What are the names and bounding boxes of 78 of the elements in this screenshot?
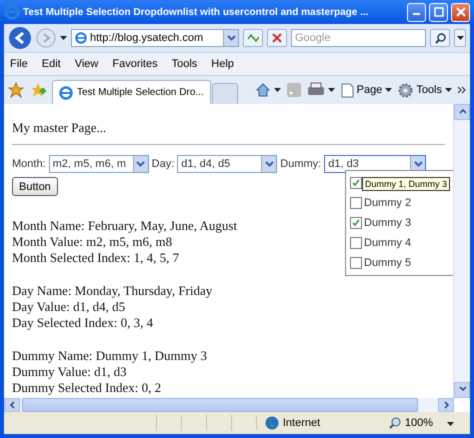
chevron-down-icon: [226, 35, 236, 41]
globe-icon: [264, 416, 279, 430]
field-label: Day:: [152, 158, 174, 170]
menu-item[interactable]: View: [74, 58, 98, 70]
close-icon: [456, 7, 466, 17]
zoom-icon[interactable]: [388, 417, 401, 429]
checkbox[interactable]: [350, 197, 362, 209]
field-label: Month:: [12, 158, 46, 170]
caret-icon[interactable]: [447, 422, 454, 426]
toolbar-button[interactable]: Tools: [416, 84, 442, 96]
stop-icon: [272, 33, 282, 43]
caret-icon[interactable]: [60, 36, 67, 40]
maximize-button[interactable]: [429, 2, 448, 22]
dropdown-arrow-button[interactable]: [132, 156, 148, 172]
result-text: Month Selected Index: 1, 4, 5, 7: [12, 250, 180, 266]
chevron-icon[interactable]: [458, 86, 466, 94]
menu-item[interactable]: Tools: [172, 58, 198, 70]
window-title: Test Multiple Selection Dropdownlist with usercontrol and masterpage ...: [23, 6, 370, 18]
vertical-scrollbar[interactable]: [453, 104, 470, 398]
checkbox[interactable]: [350, 217, 362, 229]
page-heading: My master Page...: [12, 120, 108, 136]
search-icon: [434, 32, 446, 44]
menu-item[interactable]: Edit: [42, 58, 61, 70]
maximize-icon: [434, 7, 444, 17]
chevron-down-icon: [264, 161, 274, 167]
stop-button[interactable]: [267, 29, 287, 47]
url-text: http://blog.ysatech.com: [90, 32, 204, 44]
option-label[interactable]: Dummy 3: [364, 217, 412, 229]
page-icon: [75, 32, 87, 44]
result-text: Dummy Value: d1, d3: [12, 364, 127, 380]
dropdown-arrow-button[interactable]: [223, 30, 238, 46]
result-text: Day Selected Index: 0, 3, 4: [12, 315, 154, 331]
menu-item[interactable]: File: [10, 58, 28, 70]
house-icon[interactable]: [254, 82, 271, 98]
result-text: Day Name: Monday, Thursday, Friday: [12, 283, 212, 299]
toolbar-button[interactable]: Page: [356, 84, 382, 96]
caret-icon[interactable]: [274, 88, 281, 92]
zone-text: Internet: [282, 417, 320, 429]
option-label[interactable]: Dummy 2: [364, 197, 412, 209]
close-button[interactable]: [451, 2, 470, 22]
tooltip: Dummy 1, Dummy 3: [362, 177, 450, 191]
search-options-button[interactable]: [454, 29, 466, 47]
search-button[interactable]: [430, 29, 450, 47]
dropdown-field[interactable]: m2, m5, m6, m: [48, 155, 149, 173]
caret-icon[interactable]: [328, 88, 335, 92]
browser-tab[interactable]: Test Multiple Selection Dro...: [52, 80, 211, 104]
printer-icon[interactable]: [306, 82, 325, 98]
result-text: Dummy Selected Index: 0, 2: [12, 380, 162, 396]
chevron-down-icon: [136, 161, 146, 167]
checkbox[interactable]: [350, 177, 362, 189]
option-label[interactable]: Dummy 5: [364, 257, 412, 269]
result-text: Month Name: February, May, June, August: [12, 218, 238, 234]
checkbox[interactable]: [350, 257, 362, 269]
minimize-button[interactable]: [407, 2, 426, 22]
add-favorite-icon[interactable]: [30, 82, 46, 98]
refresh-button[interactable]: [243, 29, 263, 47]
caret-icon[interactable]: [445, 88, 452, 92]
menu-item[interactable]: Favorites: [112, 58, 158, 70]
result-text: Day Value: d1, d4, d5: [12, 299, 126, 315]
caret-icon[interactable]: [385, 88, 392, 92]
back-icon[interactable]: [8, 26, 32, 50]
page-icon[interactable]: [340, 82, 354, 98]
address-field[interactable]: http://blog.ysatech.com: [71, 29, 239, 47]
chevron-down-icon: [414, 161, 423, 167]
checkbox[interactable]: [350, 237, 362, 249]
gear-icon[interactable]: [398, 82, 414, 98]
result-text: Dummy Name: Dummy 1, Dummy 3: [12, 348, 207, 364]
option-label[interactable]: Dummy 4: [364, 237, 412, 249]
field-label: Dummy:: [280, 158, 322, 170]
zoom-level[interactable]: 100%: [404, 417, 433, 429]
dropdown-field[interactable]: d1, d4, d5: [177, 155, 278, 173]
caret-icon[interactable]: [456, 36, 464, 40]
dropdown-arrow-button[interactable]: [261, 156, 276, 172]
star-icon[interactable]: [8, 82, 24, 98]
result-text: Month Value: m2, m5, m6, m8: [12, 234, 172, 250]
menu-item[interactable]: Help: [211, 58, 234, 70]
submit-button[interactable]: Button: [12, 177, 58, 196]
horizontal-scrollbar[interactable]: [4, 398, 454, 412]
